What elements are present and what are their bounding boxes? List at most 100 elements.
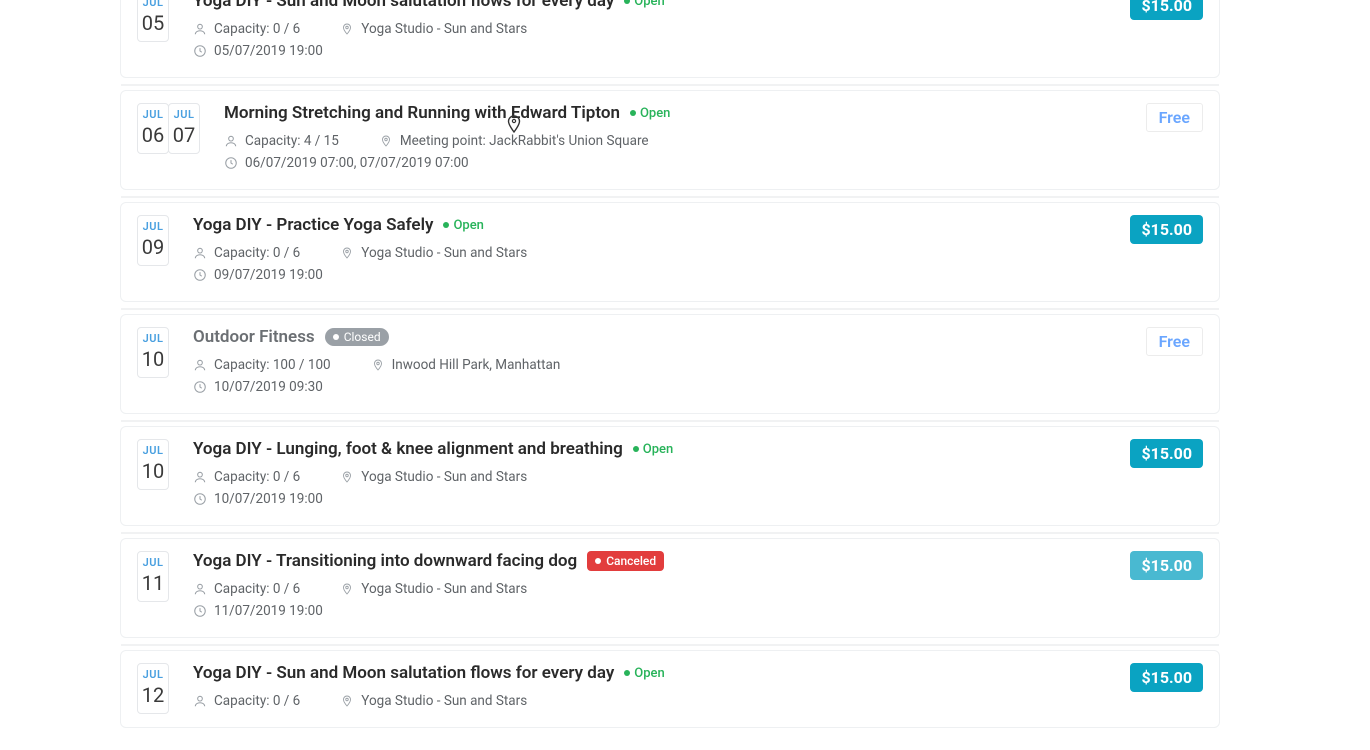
date-box: JUL11 bbox=[137, 551, 169, 602]
person-icon bbox=[193, 358, 207, 372]
status-text: Open bbox=[640, 106, 670, 121]
meta-datetime-row: 05/07/2019 19:00 bbox=[193, 43, 1114, 59]
capacity: Capacity: 0 / 6 bbox=[193, 245, 300, 261]
event-content: Yoga DIY - Practice Yoga Safely Open Capac… bbox=[193, 215, 1114, 289]
date-day: 12 bbox=[138, 683, 168, 707]
event-card[interactable]: JUL05 Yoga DIY - Sun and Moon salutation … bbox=[120, 0, 1220, 78]
datetime: 09/07/2019 19:00 bbox=[193, 267, 323, 283]
date-day: 10 bbox=[138, 459, 168, 483]
event-title[interactable]: Outdoor Fitness bbox=[193, 327, 315, 347]
capacity: Capacity: 4 / 15 bbox=[224, 133, 339, 149]
pin-icon bbox=[340, 470, 354, 484]
pin-icon bbox=[340, 22, 354, 36]
meta-row: Capacity: 0 / 6 Yoga Studio - Sun and Sta… bbox=[193, 581, 1114, 597]
meta-datetime-row: 10/07/2019 09:30 bbox=[193, 379, 1130, 395]
price-column: $15.00 bbox=[1130, 439, 1203, 468]
status-text: Canceled bbox=[606, 554, 656, 568]
date-month: JUL bbox=[138, 668, 168, 681]
date-box: JUL05 bbox=[137, 0, 169, 42]
event-card[interactable]: JUL06JUL07 Morning Stretching and Running… bbox=[120, 90, 1220, 190]
date-boxes: JUL10 bbox=[137, 327, 169, 378]
event-title[interactable]: Yoga DIY - Transitioning into downward f… bbox=[193, 551, 577, 571]
datetime: 11/07/2019 19:00 bbox=[193, 603, 323, 619]
date-box: JUL10 bbox=[137, 327, 169, 378]
status-text: Open bbox=[634, 666, 664, 681]
person-icon bbox=[193, 582, 207, 596]
event-card[interactable]: JUL 12 Yoga DIY - Sun and Moon salutation … bbox=[120, 650, 1220, 728]
clock-icon bbox=[193, 492, 207, 506]
datetime: 10/07/2019 09:30 bbox=[193, 379, 323, 395]
event-title[interactable]: Yoga DIY - Sun and Moon salutation flows… bbox=[193, 663, 614, 683]
price-column: $15.00 bbox=[1130, 215, 1203, 244]
event-card[interactable]: JUL09 Yoga DIY - Practice Yoga Safely Open… bbox=[120, 202, 1220, 302]
price-column: Free bbox=[1146, 327, 1203, 356]
meta-datetime-row: 11/07/2019 19:00 bbox=[193, 603, 1114, 619]
date-boxes: JUL 12 bbox=[137, 663, 169, 714]
pin-icon bbox=[340, 582, 354, 596]
meta-row: Capacity: 0 / 6 Yoga Studio - Sun and Sta… bbox=[193, 245, 1114, 261]
price-badge: $15.00 bbox=[1130, 663, 1203, 692]
date-day: 10 bbox=[138, 347, 168, 371]
event-title[interactable]: Yoga DIY - Sun and Moon salutation flows… bbox=[193, 0, 614, 11]
status-text: Open bbox=[453, 218, 483, 233]
status-badge-open: Open bbox=[624, 666, 664, 681]
status-badge-canceled: Canceled bbox=[587, 551, 664, 571]
pin-icon bbox=[371, 358, 385, 372]
person-icon bbox=[193, 470, 207, 484]
price-column: $15.00 bbox=[1130, 663, 1203, 692]
meta-datetime-row: 10/07/2019 19:00 bbox=[193, 491, 1114, 507]
event-content: Outdoor Fitness Closed Capacity: 100 / 100… bbox=[193, 327, 1130, 401]
status-text: Open bbox=[643, 442, 673, 457]
status-badge-open: Open bbox=[630, 106, 670, 121]
price-column: $15.00 bbox=[1130, 551, 1203, 580]
location: Yoga Studio - Sun and Stars bbox=[340, 581, 527, 597]
event-content: Morning Stretching and Running with Edwa… bbox=[224, 103, 1130, 177]
location: Yoga Studio - Sun and Stars bbox=[340, 469, 527, 485]
event-card[interactable]: JUL11 Yoga DIY - Transitioning into downw… bbox=[120, 538, 1220, 638]
status-badge-open: Open bbox=[624, 0, 664, 9]
event-card[interactable]: JUL10 Outdoor Fitness Closed Capacity: 100 … bbox=[120, 314, 1220, 414]
location: Yoga Studio - Sun and Stars bbox=[340, 693, 527, 709]
price-free-badge: Free bbox=[1146, 103, 1203, 132]
status-text: Closed bbox=[344, 330, 381, 344]
datetime: 06/07/2019 07:00, 07/07/2019 07:00 bbox=[224, 155, 469, 171]
meta-row: Capacity: 0 / 6 Yoga Studio - Sun and Sta… bbox=[193, 469, 1114, 485]
capacity: Capacity: 0 / 6 bbox=[193, 469, 300, 485]
meta-row: Capacity: 0 / 6Yoga Studio - Sun and Sta… bbox=[193, 21, 1114, 37]
price-badge: $15.00 bbox=[1130, 439, 1203, 468]
event-content: Yoga DIY - Sun and Moon salutation flows… bbox=[193, 663, 1114, 715]
status-badge-open: Open bbox=[633, 442, 673, 457]
date-day: 11 bbox=[138, 571, 168, 595]
date-boxes: JUL11 bbox=[137, 551, 169, 602]
person-icon bbox=[193, 22, 207, 36]
location: Meeting point: JackRabbit's Union Square bbox=[379, 133, 649, 149]
meta-datetime-row: 09/07/2019 19:00 bbox=[193, 267, 1114, 283]
date-boxes: JUL06JUL07 bbox=[137, 103, 200, 154]
event-title[interactable]: Morning Stretching and Running with Edwa… bbox=[224, 103, 620, 123]
date-box: JUL 12 bbox=[137, 663, 169, 714]
datetime: 10/07/2019 19:00 bbox=[193, 491, 323, 507]
date-box: JUL06 bbox=[137, 103, 169, 154]
price-free-badge: Free bbox=[1146, 327, 1203, 356]
capacity: Capacity: 100 / 100 bbox=[193, 357, 331, 373]
date-month: JUL bbox=[138, 108, 168, 121]
date-box: JUL10 bbox=[137, 439, 169, 490]
clock-icon bbox=[193, 380, 207, 394]
price-badge: $15.00 bbox=[1130, 215, 1203, 244]
meta-row: Capacity: 100 / 100Inwood Hill Park, Man… bbox=[193, 357, 1130, 373]
price-badge: $15.00 bbox=[1130, 551, 1203, 580]
date-boxes: JUL09 bbox=[137, 215, 169, 266]
event-title[interactable]: Yoga DIY - Practice Yoga Safely bbox=[193, 215, 433, 235]
event-title[interactable]: Yoga DIY - Lunging, foot & knee alignmen… bbox=[193, 439, 623, 459]
event-content: Yoga DIY - Sun and Moon salutation flows… bbox=[193, 0, 1114, 65]
meta-datetime-row: 06/07/2019 07:00, 07/07/2019 07:00 bbox=[224, 155, 1130, 171]
date-boxes: JUL10 bbox=[137, 439, 169, 490]
event-card[interactable]: JUL10 Yoga DIY - Lunging, foot & knee ali… bbox=[120, 426, 1220, 526]
date-day: 07 bbox=[169, 123, 199, 147]
pin-icon bbox=[379, 134, 393, 148]
date-day: 05 bbox=[138, 11, 168, 35]
capacity: Capacity: 0 / 6 bbox=[193, 581, 300, 597]
price-column: Free bbox=[1146, 103, 1203, 132]
capacity: Capacity: 0 / 6 bbox=[193, 21, 300, 37]
location: Yoga Studio - Sun and Stars bbox=[340, 245, 527, 261]
